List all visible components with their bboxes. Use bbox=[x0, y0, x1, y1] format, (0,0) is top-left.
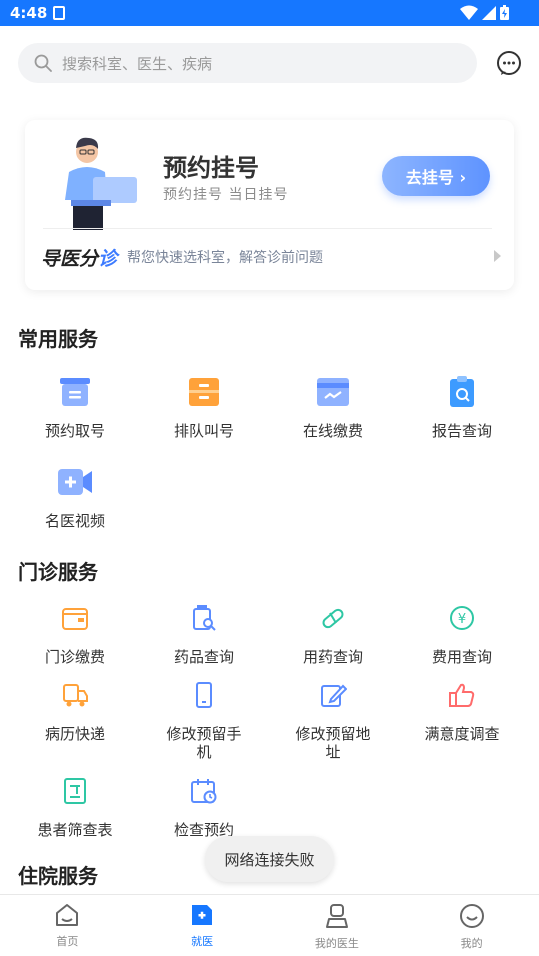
edit-address-icon bbox=[321, 684, 347, 707]
service-item-record-delivery[interactable]: 病历快递 bbox=[15, 677, 135, 743]
svg-text:¥: ¥ bbox=[458, 612, 466, 627]
appointment-card[interactable]: 预约挂号 预约挂号 当日挂号 去挂号 › 导医分诊 帮您快速选科室，解答诊前问题 bbox=[25, 120, 514, 290]
battery-icon bbox=[500, 5, 509, 20]
service-item-fee-query[interactable]: ¥ 费用查询 bbox=[402, 600, 522, 666]
service-label: 名医视频 bbox=[44, 512, 105, 530]
notification-icon bbox=[53, 6, 66, 20]
queue-ticket-icon bbox=[189, 378, 219, 406]
service-item-medicine-query[interactable]: 药品查询 bbox=[144, 600, 264, 666]
service-item-exam-appointment[interactable]: 检查预约 bbox=[144, 773, 264, 839]
service-label: 用药查询 bbox=[302, 648, 363, 666]
appointment-title: 预约挂号 bbox=[163, 154, 259, 182]
service-label: 费用查询 bbox=[431, 648, 492, 666]
common-services-title: 常用服务 bbox=[18, 327, 98, 351]
fee-yen-icon: ¥ bbox=[450, 606, 474, 630]
search-input[interactable]: 搜索科室、医生、疾病 bbox=[18, 43, 477, 83]
calendar-clock-icon bbox=[191, 779, 217, 804]
smile-profile-icon bbox=[459, 904, 484, 928]
network-error-toast: 网络连接失败 bbox=[205, 836, 334, 882]
tab-label: 首页 bbox=[56, 935, 79, 948]
ticket-machine-icon bbox=[60, 378, 90, 406]
guide-title-prefix: 导医分 bbox=[41, 247, 99, 270]
inpatient-services-title: 住院服务 bbox=[18, 864, 98, 888]
screening-form-icon bbox=[64, 778, 86, 804]
medical-plus-icon bbox=[192, 905, 213, 925]
service-item-outpatient-payment[interactable]: 门诊缴费 bbox=[15, 600, 135, 666]
search-icon bbox=[34, 54, 52, 72]
service-label: 排队叫号 bbox=[173, 422, 234, 440]
service-item-drug-usage-query[interactable]: 用药查询 bbox=[273, 600, 393, 666]
thumbs-up-icon bbox=[449, 683, 475, 707]
delivery-truck-icon bbox=[63, 684, 88, 707]
service-label: 门诊缴费 bbox=[44, 648, 105, 666]
outpatient-services-title: 门诊服务 bbox=[18, 560, 98, 584]
status-time: 4:48 bbox=[10, 4, 48, 22]
medicine-search-icon bbox=[193, 605, 216, 631]
wifi-icon bbox=[460, 5, 478, 20]
doctor-icon bbox=[325, 904, 348, 928]
service-label: 报告查询 bbox=[431, 422, 492, 440]
home-icon bbox=[56, 904, 79, 926]
service-label: 修改预留地址 bbox=[295, 725, 371, 761]
service-item-report-query[interactable]: 报告查询 bbox=[402, 374, 522, 440]
tab-medical[interactable]: 就医 bbox=[135, 895, 270, 956]
status-bar: 4:48 bbox=[0, 0, 539, 26]
service-label: 在线缴费 bbox=[302, 422, 363, 440]
tab-home[interactable]: 首页 bbox=[0, 895, 135, 956]
triage-guide-title: 导医分诊 bbox=[41, 244, 117, 271]
service-item-satisfaction-survey[interactable]: 满意度调查 bbox=[402, 677, 522, 743]
chevron-right-icon bbox=[494, 250, 501, 262]
tab-label: 我的 bbox=[460, 937, 483, 950]
service-label: 患者筛查表 bbox=[37, 821, 113, 839]
tab-profile[interactable]: 我的 bbox=[404, 895, 539, 956]
card-divider bbox=[43, 228, 492, 229]
guide-title-accent: 诊 bbox=[98, 247, 118, 270]
pill-icon bbox=[322, 608, 344, 629]
service-item-appointment-pickup[interactable]: 预约取号 bbox=[15, 374, 135, 440]
service-item-online-payment[interactable]: 在线缴费 bbox=[273, 374, 393, 440]
service-label: 满意度调查 bbox=[424, 725, 500, 743]
status-icons bbox=[460, 5, 509, 20]
doctor-laptop-illustration bbox=[65, 137, 137, 230]
triage-guide-row[interactable]: 导医分诊 帮您快速选科室，解答诊前问题 bbox=[41, 244, 501, 270]
service-label: 预约取号 bbox=[44, 422, 105, 440]
video-camera-icon bbox=[58, 469, 92, 495]
message-icon[interactable] bbox=[496, 50, 522, 76]
payment-card-icon bbox=[317, 378, 349, 406]
bottom-tab-bar: 首页 就医 我的医生 我的 bbox=[0, 894, 539, 956]
service-item-edit-phone[interactable]: 修改预留手机 bbox=[144, 677, 264, 761]
service-label: 病历快递 bbox=[44, 725, 105, 743]
report-search-icon bbox=[450, 376, 474, 407]
service-item-edit-address[interactable]: 修改预留地址 bbox=[273, 677, 393, 761]
service-item-patient-screening[interactable]: 患者筛查表 bbox=[15, 773, 135, 839]
service-label: 药品查询 bbox=[173, 648, 234, 666]
service-label: 修改预留手机 bbox=[166, 725, 242, 761]
tab-my-doctor[interactable]: 我的医生 bbox=[270, 895, 405, 956]
go-register-button[interactable]: 去挂号 › bbox=[382, 156, 490, 196]
wallet-icon bbox=[62, 608, 88, 630]
tab-label: 我的医生 bbox=[314, 937, 359, 950]
triage-guide-desc: 帮您快速选科室，解答诊前问题 bbox=[127, 250, 324, 266]
appointment-subtitle: 预约挂号 当日挂号 bbox=[163, 187, 289, 203]
search-placeholder: 搜索科室、医生、疾病 bbox=[62, 54, 213, 73]
tab-label: 就医 bbox=[191, 935, 214, 948]
service-item-queue-call[interactable]: 排队叫号 bbox=[144, 374, 264, 440]
service-item-doctor-video[interactable]: 名医视频 bbox=[15, 464, 135, 530]
mobile-phone-icon bbox=[196, 682, 212, 708]
signal-icon bbox=[482, 6, 496, 20]
